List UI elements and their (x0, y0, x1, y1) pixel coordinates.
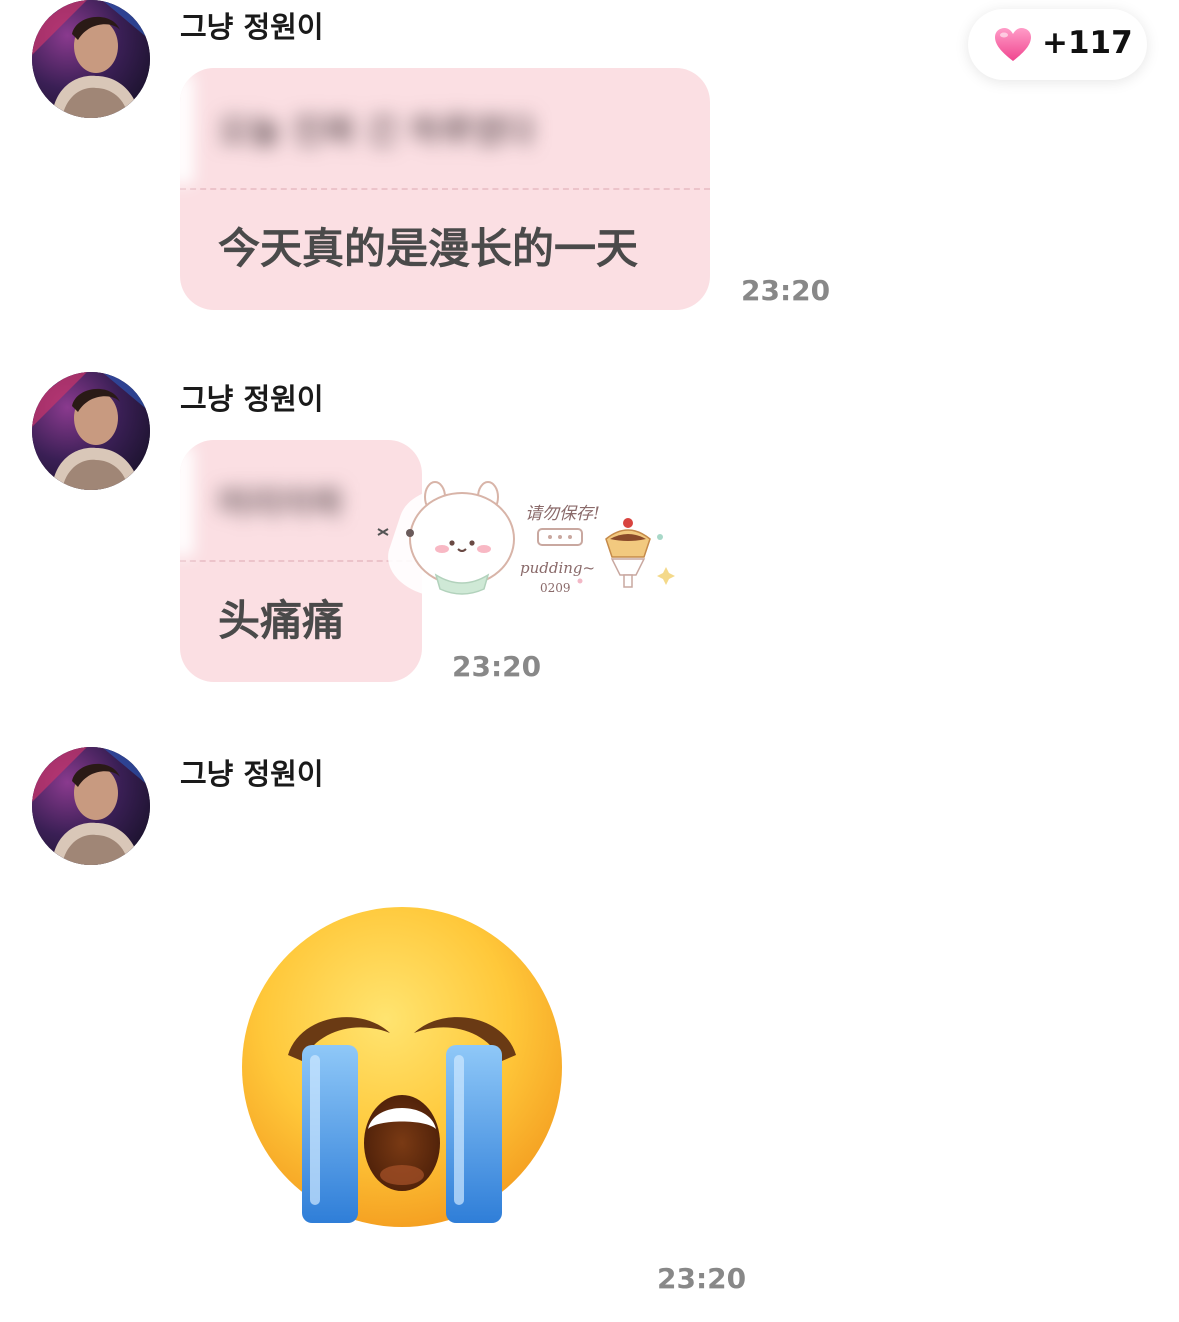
bunny-pudding-sticker: 请勿保存! pudding~ 0209 (370, 477, 690, 607)
quoted-text: 머리아파 (218, 484, 344, 524)
sender-name: 그냥 정원이 (180, 757, 324, 791)
message-time: 23:20 (452, 650, 542, 683)
heart-icon (994, 27, 1032, 67)
sticker-caption-top: 请勿保存! (525, 504, 600, 524)
like-count: +117 (1042, 25, 1133, 61)
sticker-caption-code: 0209 (540, 581, 571, 595)
sticker-caption-bottom: pudding~ (520, 559, 596, 577)
quoted-fade (180, 74, 194, 184)
avatar[interactable] (32, 0, 150, 118)
sender-name: 그냥 정원이 (180, 382, 324, 416)
sender-name: 그냥 정원이 (180, 10, 324, 44)
message-text: 今天真的是漫长的一天 (218, 224, 639, 273)
like-count-badge[interactable]: +117 (968, 9, 1147, 80)
message-time: 23:20 (657, 1262, 747, 1295)
loudly-crying-face-emoji[interactable] (240, 905, 564, 1233)
quoted-text: 오늘 진짜 긴 하루였다 (218, 112, 536, 152)
avatar[interactable] (32, 372, 150, 490)
message-time: 23:20 (741, 274, 831, 307)
quoted-reply[interactable]: 오늘 진짜 긴 하루였다 (180, 68, 710, 190)
quoted-fade (180, 446, 194, 556)
avatar[interactable] (32, 747, 150, 865)
message-bubble[interactable]: 오늘 진짜 긴 하루였다 今天真的是漫长的一天 (180, 68, 710, 310)
